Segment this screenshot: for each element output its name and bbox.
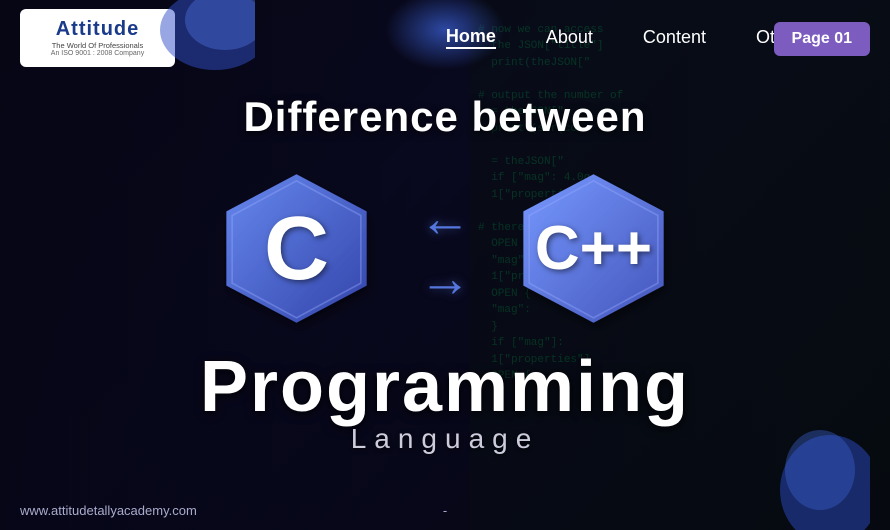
arrow-right-icon: → bbox=[419, 253, 471, 305]
logo-iso: An ISO 9001 : 2008 Company bbox=[51, 50, 144, 57]
nav-about[interactable]: About bbox=[546, 27, 593, 48]
c-logo: C bbox=[214, 166, 379, 331]
logos-row: C ← → C++ bbox=[214, 166, 676, 331]
programming-label: Programming bbox=[200, 346, 690, 428]
cpp-logo: C++ bbox=[511, 166, 676, 331]
c-letter: C bbox=[264, 204, 329, 294]
logo[interactable]: Attitude The World Of Professionals An I… bbox=[20, 9, 175, 67]
cpp-letter: C++ bbox=[535, 218, 652, 280]
nav-home[interactable]: Home bbox=[446, 26, 496, 49]
logo-title: Attitude bbox=[56, 18, 140, 41]
nav-links: Home About Content Others bbox=[446, 26, 810, 49]
page-badge: Page 01 bbox=[774, 22, 870, 56]
language-label: Language bbox=[351, 423, 540, 455]
navbar: Attitude The World Of Professionals An I… bbox=[0, 0, 890, 75]
footer-url: www.attitudetallyacademy.com bbox=[20, 503, 197, 518]
arrows: ← → bbox=[419, 193, 471, 305]
headline: Difference between bbox=[243, 93, 646, 141]
main-content: Difference between C ← bbox=[0, 75, 890, 530]
arrow-left-icon: ← bbox=[419, 193, 471, 245]
logo-subtitle: The World Of Professionals bbox=[52, 41, 144, 51]
footer-separator: - bbox=[443, 503, 447, 518]
nav-content[interactable]: Content bbox=[643, 27, 706, 48]
